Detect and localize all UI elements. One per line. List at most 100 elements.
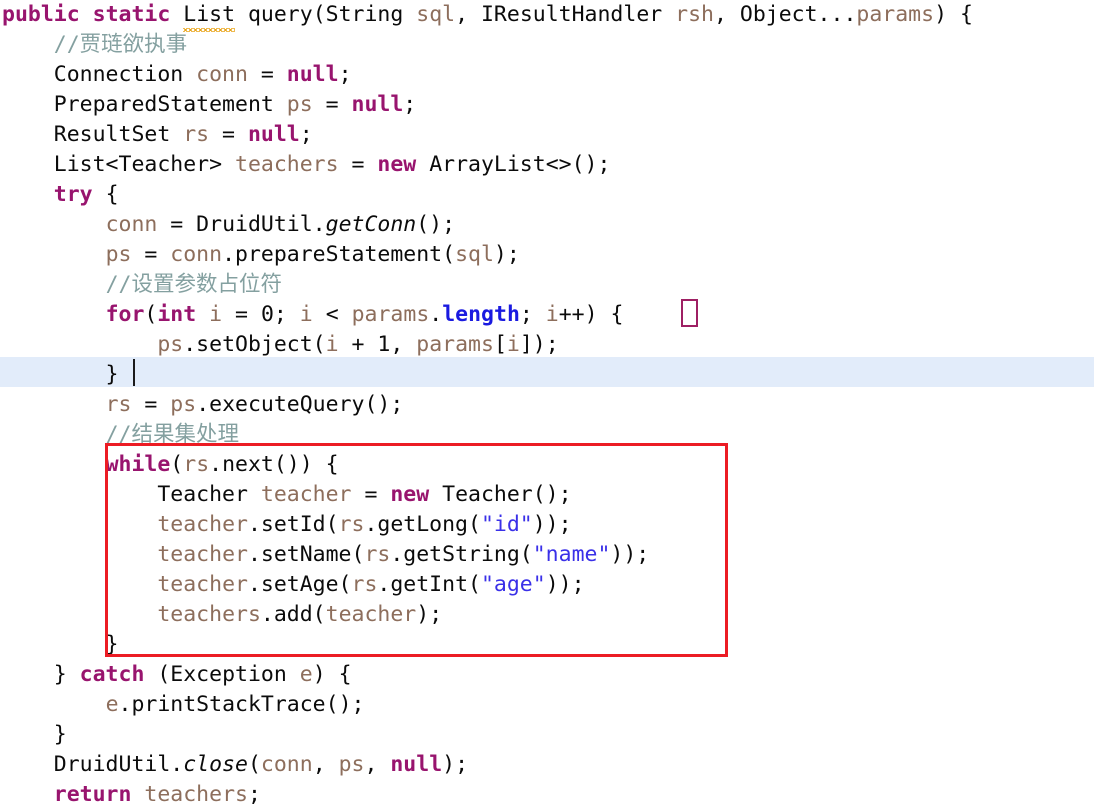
code-line[interactable]: List<Teacher> teachers = new ArrayList<>… xyxy=(0,150,1094,180)
code-token: ( xyxy=(144,302,158,327)
code-token: ResultSet xyxy=(2,122,184,147)
code-token: //设置参数占位符 xyxy=(105,272,282,297)
code-editor[interactable]: public static List query(String sql, IRe… xyxy=(0,0,1094,807)
code-line[interactable]: //贾琏欲执事 xyxy=(0,30,1094,60)
code-line[interactable]: teacher.setName(rs.getString("name")); xyxy=(0,540,1094,570)
code-line[interactable]: teacher.setId(rs.getLong("id")); xyxy=(0,510,1094,540)
code-token: = xyxy=(131,242,171,267)
code-line[interactable]: //结果集处理 xyxy=(0,420,1094,450)
code-token: ); xyxy=(416,602,443,627)
code-line[interactable]: } xyxy=(0,630,1094,660)
code-token: IResultHandler xyxy=(480,2,676,27)
code-token: = xyxy=(338,152,378,177)
code-token: null xyxy=(247,122,300,147)
code-token: ; xyxy=(247,782,261,807)
code-token: , xyxy=(312,752,339,777)
code-token: null xyxy=(390,752,443,777)
code-token: = xyxy=(247,62,287,87)
code-token: String xyxy=(325,2,417,27)
code-token: .getInt( xyxy=(377,572,481,597)
code-token: ]); xyxy=(519,332,559,357)
code-line[interactable]: try { xyxy=(0,180,1094,210)
code-token: params xyxy=(856,2,935,27)
code-text-area[interactable]: public static List query(String sql, IRe… xyxy=(0,0,1094,810)
code-token: i xyxy=(299,302,313,327)
code-line[interactable]: while(rs.next()) { xyxy=(0,450,1094,480)
code-token: params xyxy=(416,332,494,357)
code-token: rs xyxy=(105,392,132,417)
code-token: ); xyxy=(493,242,520,267)
code-token: Object... xyxy=(739,2,857,27)
code-line[interactable]: } catch (Exception e) { xyxy=(0,660,1094,690)
code-token: "name" xyxy=(532,542,611,567)
code-line[interactable]: } xyxy=(0,720,1094,750)
code-token: .getString( xyxy=(390,542,533,567)
code-token: rs xyxy=(351,572,378,597)
code-line[interactable]: ps = conn.prepareStatement(sql); xyxy=(0,240,1094,270)
code-line[interactable]: DruidUtil.close(conn, ps, null); xyxy=(0,750,1094,780)
code-token: .setObject( xyxy=(183,332,326,357)
code-token: ( xyxy=(247,752,261,777)
code-token: , xyxy=(364,752,391,777)
code-token: int xyxy=(157,302,197,327)
code-line[interactable]: Connection conn = null; xyxy=(0,60,1094,90)
code-line[interactable]: teachers.add(teacher); xyxy=(0,600,1094,630)
code-token: = xyxy=(312,92,352,117)
code-line[interactable]: } xyxy=(0,360,1094,390)
code-token: while xyxy=(105,452,171,477)
code-token: } xyxy=(2,662,80,687)
code-token: < xyxy=(312,302,352,327)
code-token: ; xyxy=(519,302,546,327)
code-token: teachers xyxy=(144,782,248,807)
code-token: ) { xyxy=(312,662,352,687)
code-token: "id" xyxy=(480,512,533,537)
text-caret xyxy=(133,359,135,386)
code-token: static xyxy=(92,2,171,27)
code-token: 0 xyxy=(260,302,274,327)
code-token: ArrayList<>(); xyxy=(416,152,611,177)
code-line[interactable]: ResultSet rs = null; xyxy=(0,120,1094,150)
code-line[interactable]: ps.setObject(i + 1, params[i]); xyxy=(0,330,1094,360)
code-token: (); xyxy=(416,212,456,237)
code-token: ps xyxy=(286,92,313,117)
code-token: (Exception xyxy=(144,662,300,687)
code-token: = DruidUtil. xyxy=(157,212,326,237)
code-line[interactable]: rs = ps.executeQuery(); xyxy=(0,390,1094,420)
code-token: ps xyxy=(338,752,365,777)
code-line[interactable]: //设置参数占位符 xyxy=(0,270,1094,300)
code-line[interactable]: conn = DruidUtil.getConn(); xyxy=(0,210,1094,240)
code-token: { xyxy=(92,182,119,207)
code-line[interactable]: teacher.setAge(rs.getInt("age")); xyxy=(0,570,1094,600)
code-token: i xyxy=(545,302,559,327)
code-token: i xyxy=(506,332,520,357)
code-line[interactable]: PreparedStatement ps = null; xyxy=(0,90,1094,120)
code-token: + xyxy=(338,332,378,357)
code-line[interactable]: public static List query(String sql, IRe… xyxy=(0,0,1094,32)
code-token: rs xyxy=(183,122,210,147)
code-token: rs xyxy=(183,452,210,477)
code-token: sql xyxy=(455,242,494,267)
code-token: new xyxy=(390,482,430,507)
code-token: teacher xyxy=(325,602,417,627)
code-line[interactable]: e.printStackTrace(); xyxy=(0,690,1094,720)
code-token: .setAge( xyxy=(247,572,352,597)
code-token: = xyxy=(222,302,261,327)
code-token: catch xyxy=(79,662,145,687)
code-token: getConn xyxy=(325,212,417,237)
code-line[interactable]: Teacher teacher = new Teacher(); xyxy=(0,480,1094,510)
code-token: teacher xyxy=(157,512,248,537)
code-line[interactable]: for(int i = 0; i < params.length; i++) { xyxy=(0,300,1094,330)
